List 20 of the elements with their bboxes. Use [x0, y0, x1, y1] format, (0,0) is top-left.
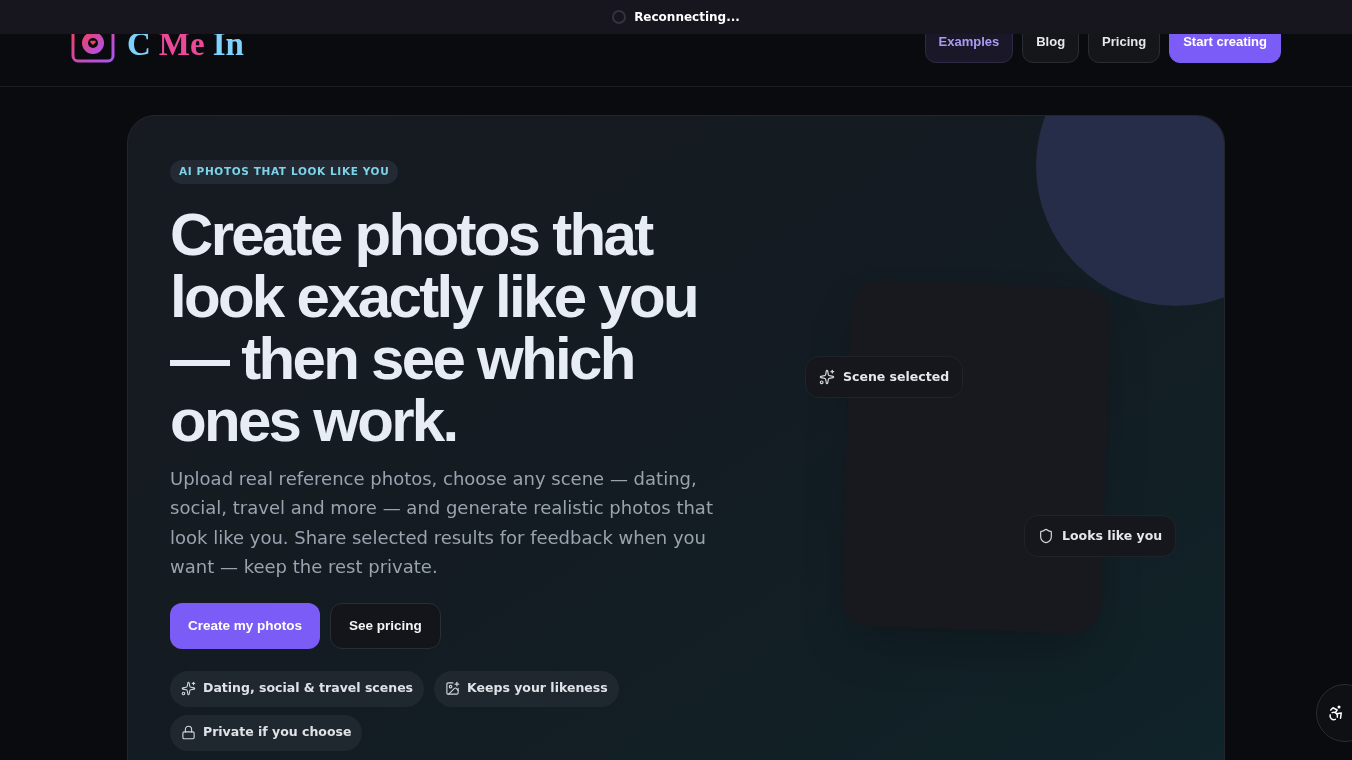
- logo-text: Me: [158, 28, 205, 61]
- accessibility-icon: [1327, 704, 1345, 722]
- status-text: Reconnecting...: [634, 9, 740, 26]
- spinner-icon: [612, 10, 627, 24]
- eyebrow-badge: AI PHOTOS THAT LOOK LIKE YOU: [170, 160, 399, 184]
- preview-chip: Looks like you: [1024, 515, 1177, 557]
- shield-icon: [1038, 528, 1054, 544]
- preview-chip: Scene selected: [805, 356, 964, 398]
- logo-text: In: [212, 28, 244, 61]
- feature-chip: Private if you choose: [170, 714, 363, 751]
- hero-title: Create photos that look exactly like you — then see which ones work.: [170, 203, 698, 452]
- lock-icon: [181, 725, 196, 741]
- pricing-button[interactable]: See pricing: [330, 602, 441, 649]
- sparkles-icon: [181, 681, 196, 697]
- create-button[interactable]: Create my photos: [170, 602, 321, 649]
- image-icon: [445, 681, 461, 697]
- sparkles-icon: [819, 369, 835, 385]
- feature-chip: Dating, social & travel scenes: [170, 670, 425, 707]
- hero-description: Upload real reference photos, choose any scene — dating, social, travel and more — and generate realistic photos that look like you. Share selected results for feedback when you want — keep the rest private.: [170, 466, 714, 580]
- feature-chip: Keeps your likeness: [434, 670, 619, 707]
